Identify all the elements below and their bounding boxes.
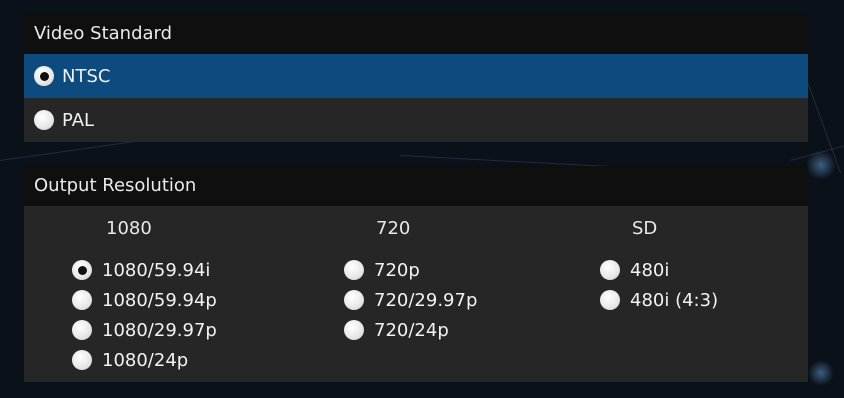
resolution-label: 1080/29.97p xyxy=(102,319,217,341)
radio-button-icon[interactable] xyxy=(344,320,364,340)
resolution-1080-59.94p[interactable]: 1080/59.94p xyxy=(72,286,217,314)
radio-button-checked-icon[interactable] xyxy=(34,66,54,86)
video-standard-panel: Video Standard NTSC PAL xyxy=(24,14,808,142)
background-glow xyxy=(806,150,836,180)
resolution-label: 720/29.97p xyxy=(374,289,478,311)
resolution-1080-29.97p[interactable]: 1080/29.97p xyxy=(72,316,217,344)
radio-button-icon[interactable] xyxy=(72,350,92,370)
resolution-label: 480i (4:3) xyxy=(630,289,719,311)
resolution-480i-4-3[interactable]: 480i (4:3) xyxy=(600,286,718,314)
resolution-1080-24p[interactable]: 1080/24p xyxy=(72,346,188,374)
radio-button-icon[interactable] xyxy=(600,290,620,310)
resolution-720p[interactable]: 720p xyxy=(344,256,420,284)
resolution-label: 720/24p xyxy=(374,319,449,341)
resolution-1080-59.94i[interactable]: 1080/59.94i xyxy=(72,256,210,284)
radio-button-checked-icon[interactable] xyxy=(72,260,92,280)
ntsc-label: NTSC xyxy=(62,65,111,87)
resolution-label: 720p xyxy=(374,259,420,281)
output-resolution-panel: Output Resolution 1080 1080/59.94i 1080/… xyxy=(24,166,808,382)
pal-label: PAL xyxy=(62,109,95,131)
radio-button-icon[interactable] xyxy=(600,260,620,280)
radio-button-icon[interactable] xyxy=(34,110,54,130)
column-header-720: 720 xyxy=(376,218,411,239)
resolution-options: 1080 1080/59.94i 1080/59.94p 1080/29.97p… xyxy=(24,206,808,382)
resolution-480i[interactable]: 480i xyxy=(600,256,669,284)
radio-button-icon[interactable] xyxy=(72,290,92,310)
resolution-label: 1080/24p xyxy=(102,349,189,371)
video-standard-header: Video Standard xyxy=(24,14,808,54)
column-header-sd: SD xyxy=(632,218,658,239)
radio-button-icon[interactable] xyxy=(344,260,364,280)
ntsc-option[interactable]: NTSC xyxy=(24,54,808,98)
resolution-720-29.97p[interactable]: 720/29.97p xyxy=(344,286,477,314)
resolution-label: 1080/59.94p xyxy=(102,289,217,311)
resolution-label: 480i xyxy=(630,259,670,281)
output-resolution-header: Output Resolution xyxy=(24,166,808,206)
radio-button-icon[interactable] xyxy=(72,320,92,340)
column-header-1080: 1080 xyxy=(106,218,152,239)
radio-button-icon[interactable] xyxy=(344,290,364,310)
resolution-720-24p[interactable]: 720/24p xyxy=(344,316,449,344)
background-glow xyxy=(808,360,834,386)
resolution-label: 1080/59.94i xyxy=(102,259,211,281)
pal-option[interactable]: PAL xyxy=(24,98,808,142)
